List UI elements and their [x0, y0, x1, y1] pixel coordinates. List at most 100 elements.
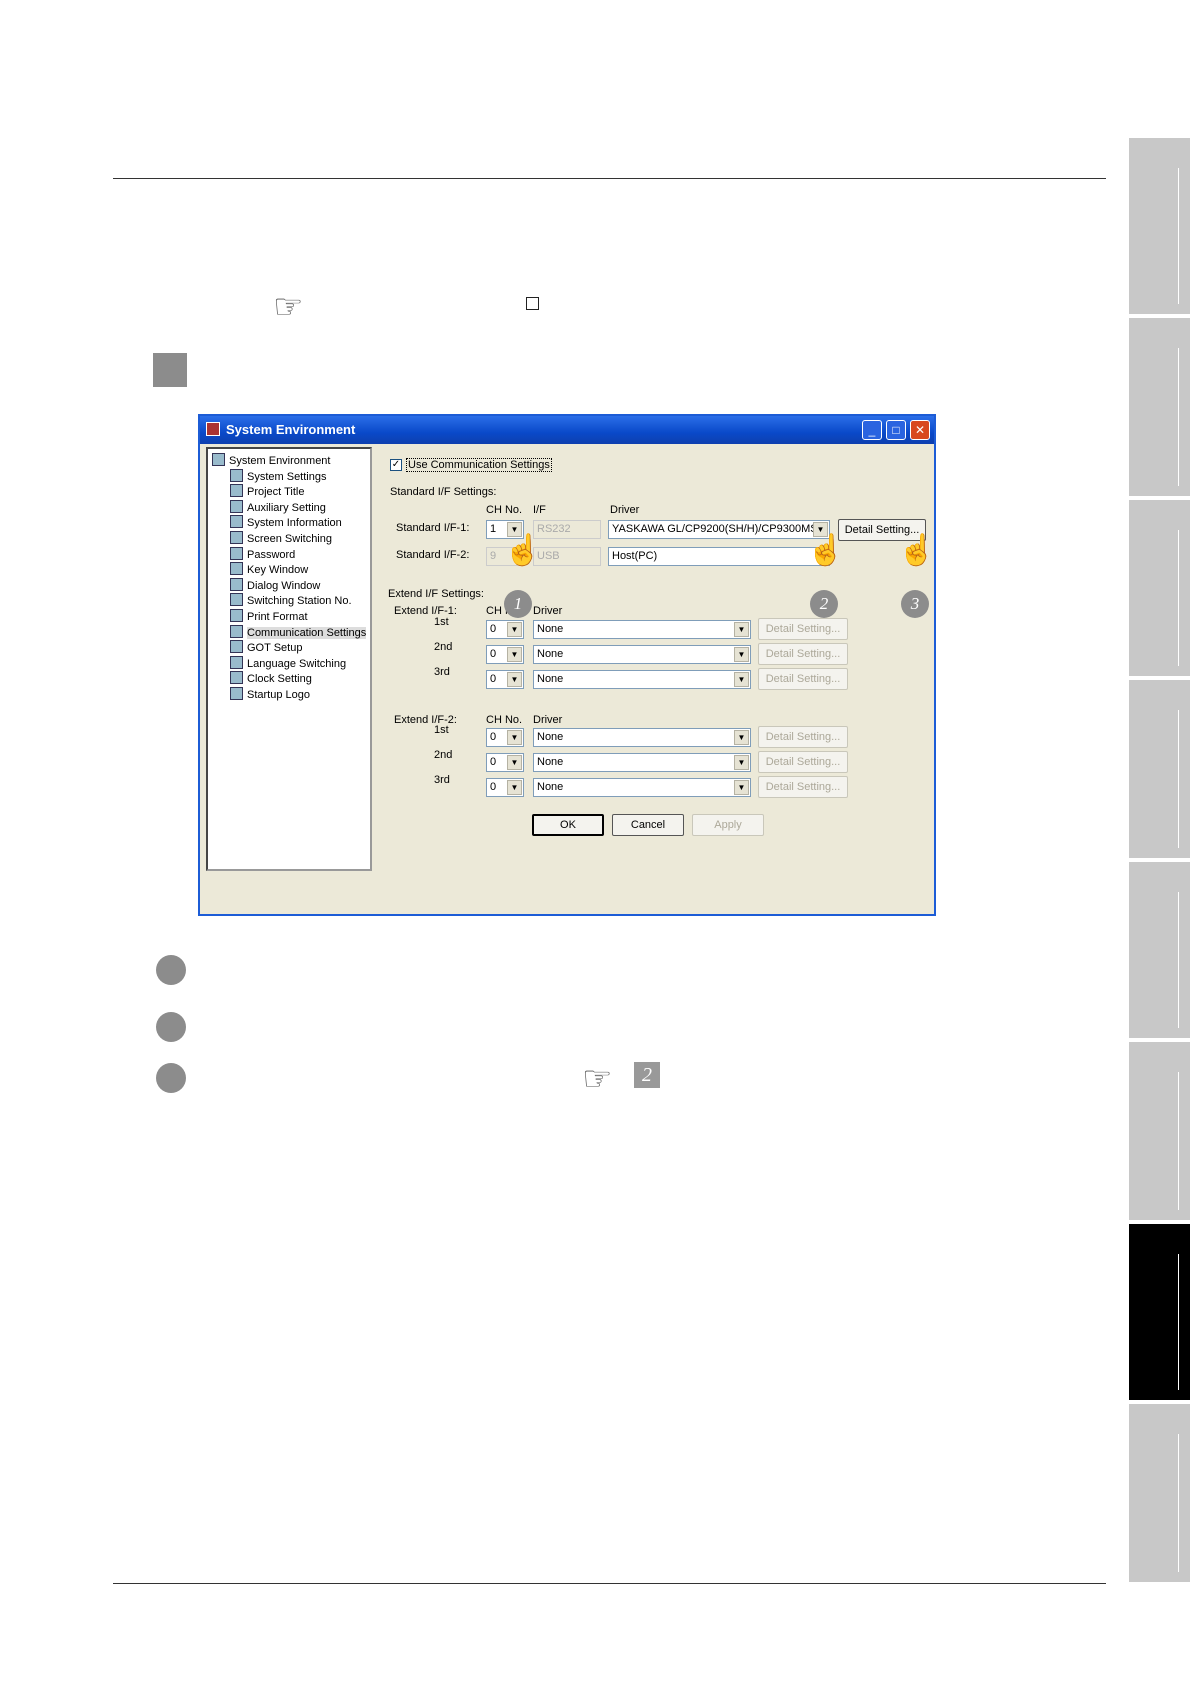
reference-pointer-icon: ☞ [273, 288, 304, 326]
explanation-marker-1 [156, 955, 186, 985]
settings-tree[interactable]: System Environment System Settings Project… [206, 447, 372, 871]
square-symbol [526, 297, 539, 310]
ext-row-detail-setting-button[interactable]: Detail Setting... [758, 668, 848, 690]
ext-row-name: 1st [434, 616, 449, 628]
ext-row-ch-select[interactable]: 0 ▼ [486, 645, 524, 664]
tree-item-label: Project Title [247, 486, 305, 499]
ext-row-driver-select[interactable]: None ▼ [533, 753, 751, 772]
tree-item-label: Clock Setting [247, 673, 312, 686]
index-tab-7-active[interactable] [1128, 1224, 1190, 1400]
password-icon [230, 546, 243, 560]
tree-item[interactable]: Communication Settings [230, 624, 367, 640]
system-environment-dialog: System Environment _ □ ✕ System Environm… [198, 414, 936, 916]
ext-row-name: 2nd [434, 749, 453, 761]
ext-row-driver-select[interactable]: None ▼ [533, 778, 751, 797]
tree-item[interactable]: Screen Switching [230, 531, 332, 546]
tree-item-label: Auxiliary Setting [247, 501, 326, 514]
ext-row-name: 2nd [434, 641, 453, 653]
callout-1: 1 [504, 590, 532, 618]
ext-row-driver-select[interactable]: None ▼ [533, 620, 751, 639]
extend-if-settings-label: Extend I/F Settings: [388, 588, 484, 600]
chevron-down-icon: ▼ [507, 755, 522, 770]
communication-settings-icon [230, 624, 243, 638]
chevron-down-icon: ▼ [507, 622, 522, 637]
tree-item[interactable]: Dialog Window [230, 577, 321, 593]
dialog-window-icon [230, 577, 243, 591]
tree-item[interactable]: System Information [230, 515, 342, 530]
tree-item-label: Switching Station No. [247, 595, 352, 608]
explanation-marker-3 [156, 1063, 186, 1093]
ext-row-detail-setting-button[interactable]: Detail Setting... [758, 618, 848, 640]
use-communication-checkbox[interactable]: ✓ [390, 459, 402, 471]
index-tab-2[interactable] [1128, 318, 1190, 496]
tree-item[interactable]: System Settings [230, 468, 326, 484]
index-tab-6[interactable] [1128, 1042, 1190, 1220]
tree-item[interactable]: Password [230, 546, 295, 562]
pointing-hand-icon: ☝ [806, 534, 845, 567]
standard-if-2-if-field: USB [533, 547, 601, 566]
ext-row-ch-select[interactable]: 0 ▼ [486, 670, 524, 689]
close-button[interactable]: ✕ [910, 420, 930, 440]
tree-item-label: Screen Switching [247, 533, 332, 545]
ext-row-ch-select[interactable]: 0 ▼ [486, 728, 524, 747]
standard-if-1-if-field: RS232 [533, 520, 601, 539]
col-if: I/F [533, 504, 546, 516]
ext2-col-driver: Driver [533, 714, 563, 726]
explanation-marker-2 [156, 1012, 186, 1042]
use-communication-label[interactable]: Use Communication Settings [406, 458, 552, 472]
print-format-icon [230, 609, 243, 622]
tree-item[interactable]: Key Window [230, 562, 308, 577]
chevron-down-icon: ▼ [507, 672, 522, 687]
ext-row-driver-select[interactable]: None ▼ [533, 728, 751, 747]
ext-row-ch-select[interactable]: 0 ▼ [486, 753, 524, 772]
ext-row-detail-setting-button[interactable]: Detail Setting... [758, 751, 848, 773]
ext-row-detail-setting-button[interactable]: Detail Setting... [758, 776, 848, 798]
tree-item[interactable]: Clock Setting [230, 671, 312, 686]
tree-item-label: System Environment [229, 455, 331, 467]
ext-row-detail-setting-button[interactable]: Detail Setting... [758, 643, 848, 665]
index-tab-3[interactable] [1128, 500, 1190, 676]
apply-button[interactable]: Apply [692, 814, 764, 836]
index-tab-5[interactable] [1128, 862, 1190, 1038]
ext-row-detail-setting-button[interactable]: Detail Setting... [758, 726, 848, 748]
index-tab-1[interactable] [1128, 138, 1190, 314]
tree-item-label: Communication Settings [247, 626, 367, 639]
standard-if-1-driver-select[interactable]: YASKAWA GL/CP9200(SH/H)/CP9300MS ▼ [608, 520, 830, 539]
tree-item[interactable]: Project Title [230, 484, 304, 499]
top-rule [113, 178, 1106, 179]
auxiliary-setting-icon [230, 499, 243, 513]
ext-row-name: 1st [434, 724, 449, 736]
tree-item-label: GOT Setup [247, 642, 303, 655]
chevron-down-icon: ▼ [507, 780, 522, 795]
tree-item[interactable]: Switching Station No. [230, 593, 352, 608]
pointing-hand-icon: ☝ [503, 534, 542, 567]
index-tab-4[interactable] [1128, 680, 1190, 858]
maximize-button[interactable]: □ [886, 420, 906, 440]
cancel-button[interactable]: Cancel [612, 814, 684, 836]
col-driver: Driver [610, 504, 640, 516]
clock-setting-icon [230, 671, 243, 685]
ok-button[interactable]: OK [532, 814, 604, 836]
minimize-button[interactable]: _ [862, 420, 882, 440]
tree-item[interactable]: System Environment [212, 453, 330, 468]
ext-row-driver-select[interactable]: None ▼ [533, 670, 751, 689]
tree-item-label: Dialog Window [247, 579, 321, 592]
system-environment-icon [212, 453, 225, 466]
app-icon [206, 422, 220, 436]
ext-row-ch-select[interactable]: 0 ▼ [486, 620, 524, 639]
tree-item[interactable]: Language Switching [230, 655, 346, 671]
ext-row-ch-select[interactable]: 0 ▼ [486, 778, 524, 797]
tree-item[interactable]: GOT Setup [230, 640, 302, 655]
chevron-down-icon: ▼ [734, 730, 749, 745]
tree-item-label: Key Window [247, 564, 309, 577]
tree-item[interactable]: Auxiliary Setting [230, 499, 326, 515]
tree-item[interactable]: Startup Logo [230, 687, 310, 702]
index-tab-8[interactable] [1128, 1404, 1190, 1582]
screen-switching-icon [230, 531, 243, 544]
ext1-col-driver: Driver [533, 605, 563, 617]
ext-row-driver-select[interactable]: None ▼ [533, 645, 751, 664]
pointing-hand-icon: ☝ [897, 534, 936, 567]
reference-number-box: 2 [634, 1062, 660, 1088]
standard-if-1-label: Standard I/F-1: [396, 522, 470, 534]
tree-item[interactable]: Print Format [230, 609, 308, 624]
